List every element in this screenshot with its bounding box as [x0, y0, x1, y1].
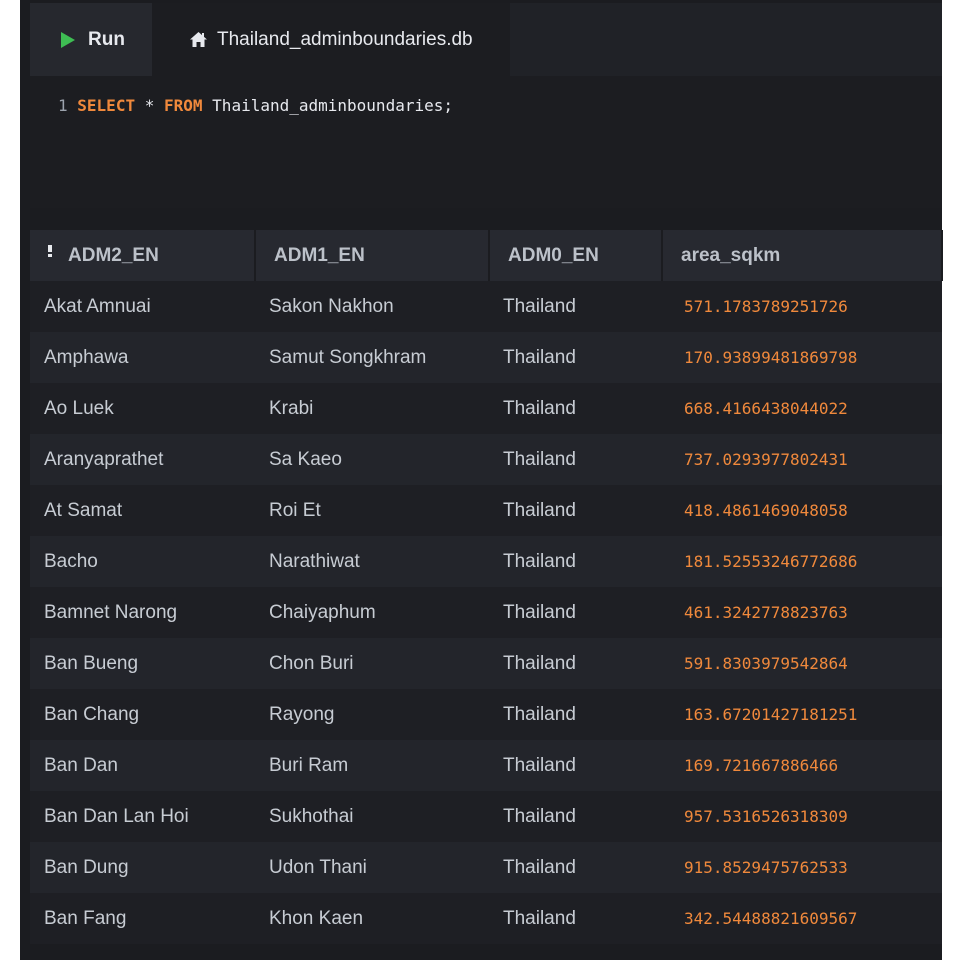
run-label: Run — [88, 28, 125, 50]
results-table: ADM2_EN ADM1_EN ADM0_EN area_sqkm Akat A… — [30, 230, 943, 944]
cell-adm2: Amphawa — [30, 332, 255, 383]
cell-area: 461.3242778823763 — [662, 587, 942, 638]
cell-area: 571.1783789251726 — [662, 281, 942, 332]
cell-adm0: Thailand — [489, 791, 662, 842]
cell-area: 915.8529475762533 — [662, 842, 942, 893]
cell-adm2: Ban Dan — [30, 740, 255, 791]
cell-adm0: Thailand — [489, 485, 662, 536]
cell-adm0: Thailand — [489, 332, 662, 383]
cell-adm1: Rayong — [255, 689, 489, 740]
run-button[interactable]: Run — [30, 3, 152, 76]
cell-adm0: Thailand — [489, 383, 662, 434]
cell-adm1: Buri Ram — [255, 740, 489, 791]
cell-adm1: Chon Buri — [255, 638, 489, 689]
cell-adm2: Akat Amnuai — [30, 281, 255, 332]
cell-adm2: Ban Bueng — [30, 638, 255, 689]
cell-area: 418.4861469048058 — [662, 485, 942, 536]
column-header-label: ADM2_EN — [68, 244, 159, 266]
cell-adm2: Ban Fang — [30, 893, 255, 944]
code-line: 1 SELECT * FROM Thailand_adminboundaries… — [58, 96, 453, 115]
table-row[interactable]: At Samat Roi Et Thailand 418.4861469048058 — [30, 485, 942, 536]
select-star: * — [144, 96, 155, 115]
cell-adm1: Roi Et — [255, 485, 489, 536]
toolbar: Run Thailand_adminboundaries.db — [30, 3, 942, 76]
cell-area: 591.8303979542864 — [662, 638, 942, 689]
cell-adm2: Ban Dung — [30, 842, 255, 893]
table-row[interactable]: Bacho Narathiwat Thailand 181.5255324677268… — [30, 536, 942, 587]
table-identifier: Thailand_adminboundaries — [212, 96, 444, 115]
cell-adm1: Khon Kaen — [255, 893, 489, 944]
column-handle-icon — [48, 244, 52, 257]
table-row[interactable]: Bamnet Narong Chaiyaphum Thailand 461.32427… — [30, 587, 942, 638]
column-header-adm0[interactable]: ADM0_EN — [489, 230, 663, 281]
cell-adm0: Thailand — [489, 842, 662, 893]
cell-area: 181.52553246772686 — [662, 536, 942, 587]
play-icon — [61, 31, 75, 48]
table-row[interactable]: Ban Dan Lan Hoi Sukhothai Thailand 957.5316… — [30, 791, 942, 842]
cell-adm2: Aranyaprathet — [30, 434, 255, 485]
cell-adm2: Bacho — [30, 536, 255, 587]
sql-app: Run Thailand_adminboundaries.db 1 SELECT… — [20, 0, 943, 960]
keyword-select: SELECT — [77, 96, 136, 115]
cell-adm1: Samut Songkhram — [255, 332, 489, 383]
cell-area: 957.5316526318309 — [662, 791, 942, 842]
table-row[interactable]: Akat Amnuai Sakon Nakhon Thailand 571.17837… — [30, 281, 942, 332]
cell-adm1: Udon Thani — [255, 842, 489, 893]
column-header-area[interactable]: area_sqkm — [662, 230, 943, 281]
cell-area: 668.4166438044022 — [662, 383, 942, 434]
column-header-label: area_sqkm — [681, 244, 781, 266]
table-row[interactable]: Ban Bueng Chon Buri Thailand 591.8303979542… — [30, 638, 942, 689]
column-header-label: ADM0_EN — [508, 244, 599, 266]
cell-adm1: Chaiyaphum — [255, 587, 489, 638]
cell-adm2: At Samat — [30, 485, 255, 536]
cell-adm2: Ban Dan Lan Hoi — [30, 791, 255, 842]
table-row[interactable]: Ban Chang Rayong Thailand 163.6720142718125… — [30, 689, 942, 740]
cell-area: 737.0293977802431 — [662, 434, 942, 485]
cell-adm1: Sakon Nakhon — [255, 281, 489, 332]
cell-adm0: Thailand — [489, 638, 662, 689]
home-icon — [190, 32, 207, 47]
database-tab[interactable]: Thailand_adminboundaries.db — [152, 3, 510, 76]
cell-adm1: Sa Kaeo — [255, 434, 489, 485]
table-row[interactable]: Ban Dan Buri Ram Thailand 169.721667886466 — [30, 740, 942, 791]
cell-area: 342.54488821609567 — [662, 893, 942, 944]
cell-area: 163.67201427181251 — [662, 689, 942, 740]
cell-area: 169.721667886466 — [662, 740, 942, 791]
database-tab-label: Thailand_adminboundaries.db — [217, 28, 473, 50]
cell-area: 170.93899481869798 — [662, 332, 942, 383]
cell-adm0: Thailand — [489, 689, 662, 740]
cell-adm1: Krabi — [255, 383, 489, 434]
cell-adm0: Thailand — [489, 536, 662, 587]
column-header-adm2[interactable]: ADM2_EN — [30, 230, 256, 281]
table-row[interactable]: Amphawa Samut Songkhram Thailand 170.938994… — [30, 332, 942, 383]
header-row: ADM2_EN ADM1_EN ADM0_EN area_sqkm — [30, 230, 943, 281]
cell-adm1: Sukhothai — [255, 791, 489, 842]
table-row[interactable]: Ban Fang Khon Kaen Thailand 342.54488821609… — [30, 893, 942, 944]
cell-adm0: Thailand — [489, 740, 662, 791]
cell-adm0: Thailand — [489, 281, 662, 332]
cell-adm2: Ban Chang — [30, 689, 255, 740]
table-row[interactable]: Ao Luek Krabi Thailand 668.4166438044022 — [30, 383, 942, 434]
column-header-adm1[interactable]: ADM1_EN — [255, 230, 490, 281]
cell-adm0: Thailand — [489, 434, 662, 485]
table-row[interactable]: Aranyaprathet Sa Kaeo Thailand 737.02939778… — [30, 434, 942, 485]
table-row[interactable]: Ban Dung Udon Thani Thailand 915.8529475762… — [30, 842, 942, 893]
cell-adm1: Narathiwat — [255, 536, 489, 587]
sql-editor[interactable]: 1 SELECT * FROM Thailand_adminboundaries… — [30, 76, 942, 208]
cell-adm0: Thailand — [489, 587, 662, 638]
cell-adm0: Thailand — [489, 893, 662, 944]
cell-adm2: Ao Luek — [30, 383, 255, 434]
statement-terminator: ; — [443, 96, 453, 115]
keyword-from: FROM — [164, 96, 203, 115]
column-header-label: ADM1_EN — [274, 244, 365, 266]
line-number: 1 — [58, 96, 68, 115]
cell-adm2: Bamnet Narong — [30, 587, 255, 638]
